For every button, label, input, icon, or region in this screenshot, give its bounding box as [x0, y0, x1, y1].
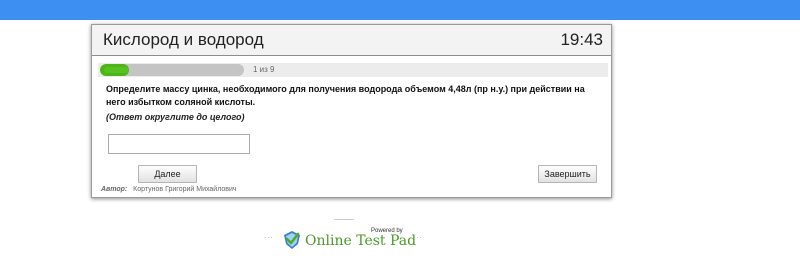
test-header: Кислород и водород 19:43 [92, 25, 611, 56]
question-text: Определите массу цинка, необходимого для… [106, 84, 585, 107]
footer-dots-left: ... [264, 231, 274, 240]
top-bar [0, 0, 800, 20]
progress-counter: 1 из 9 [253, 65, 275, 74]
test-title: Кислород и водород [103, 30, 264, 49]
answer-input[interactable] [108, 134, 250, 154]
author-line: Автор: Кортунов Григорий Михайлович [101, 186, 237, 193]
brand-link[interactable]: Online Test Pad [305, 233, 416, 249]
test-card: Кислород и водород 19:43 1 из 9 Определи… [91, 24, 612, 198]
progress-row: 1 из 9 [98, 63, 608, 77]
progress-bar [100, 64, 244, 76]
author-name: Кортунов Григорий Михайлович [133, 186, 237, 193]
author-label: Автор: [101, 186, 128, 193]
footer-divider [334, 219, 354, 220]
question-hint: (Ответ округлите до целого) [106, 112, 245, 122]
finish-button[interactable]: Завершить [538, 165, 597, 183]
checkmark-shield-icon[interactable] [282, 230, 302, 250]
progress-fill-highlight [104, 67, 129, 73]
timer: 19:43 [560, 30, 603, 49]
next-button[interactable]: Далее [138, 165, 197, 183]
progress-fill [100, 64, 129, 76]
